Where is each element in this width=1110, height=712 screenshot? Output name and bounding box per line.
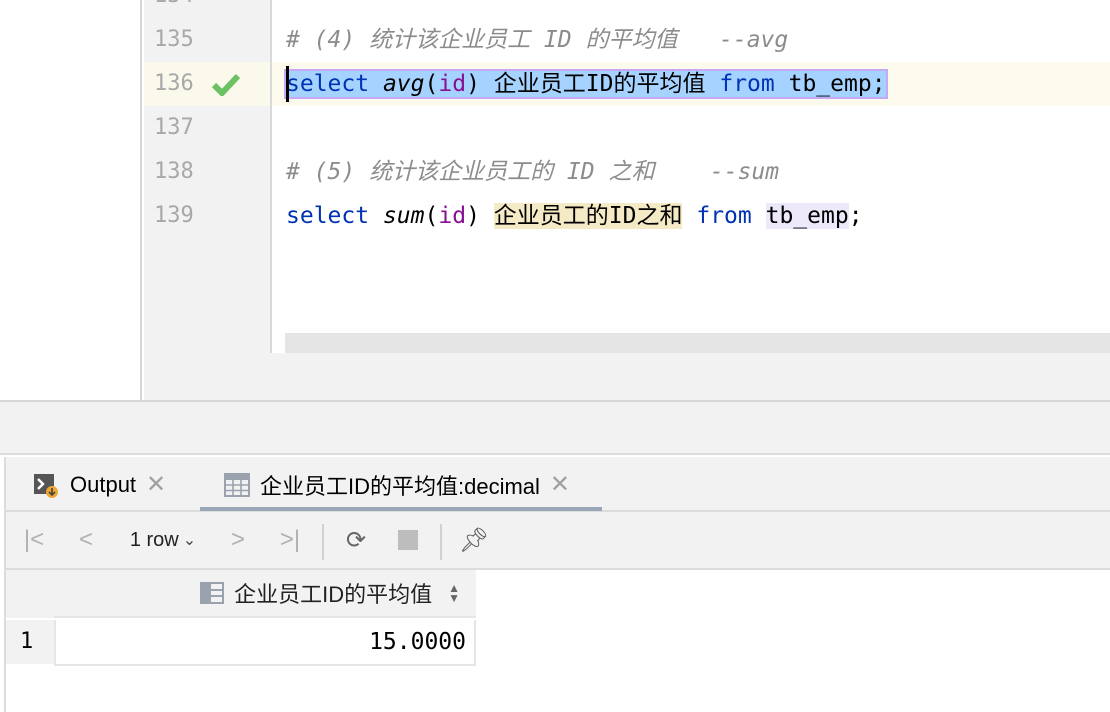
close-icon[interactable]: ✕	[550, 470, 570, 499]
paren: (	[424, 71, 439, 97]
line-number: 136	[154, 71, 194, 96]
table-icon	[224, 472, 250, 497]
text-caret	[286, 66, 289, 102]
tab-result[interactable]: 企业员工ID的平均值:decimal ✕	[224, 457, 570, 512]
code-line-136: select avg(id) 企业员工ID的平均值 from tb_emp;	[284, 62, 888, 106]
kw: from	[719, 71, 775, 97]
paren: )	[466, 71, 480, 97]
arg: id	[438, 71, 467, 97]
tab-label: Output	[70, 471, 137, 497]
chevron-down-icon: ⌄	[182, 532, 197, 549]
editor-status-strip	[144, 353, 1110, 400]
row-number: 1	[6, 620, 54, 664]
kw: from	[696, 203, 752, 229]
function: avg	[382, 71, 425, 97]
horizontal-scrollbar[interactable]	[285, 333, 1110, 353]
tab-label: 企业员工ID的平均值:decimal	[260, 473, 540, 499]
column-icon	[200, 582, 225, 604]
line-number: 139	[154, 203, 194, 228]
close-icon[interactable]: ✕	[146, 470, 166, 499]
tab-output[interactable]: Output ✕	[32, 457, 166, 512]
pin-icon[interactable]: 📌︎	[456, 512, 492, 568]
table: tb_emp	[765, 203, 849, 229]
corner-cell	[6, 570, 54, 618]
row-count-dropdown[interactable]: 1 row ⌄	[118, 512, 208, 568]
code-line-139: select sum(id) 企业员工的ID之和 from tb_emp;	[286, 194, 863, 238]
semi: ;	[848, 203, 863, 229]
line-number: 135	[154, 27, 194, 52]
divider	[440, 524, 442, 560]
column-label: 企业员工ID的平均值	[234, 582, 433, 607]
next-page-icon[interactable]: >	[220, 512, 256, 568]
active-tab-indicator	[200, 507, 602, 511]
services-header	[0, 402, 1110, 455]
first-page-icon[interactable]: |<	[16, 512, 52, 568]
table-cell[interactable]: 15.0000	[54, 620, 476, 666]
row-count: 1 row	[129, 528, 179, 551]
paren: (	[424, 203, 439, 229]
code-line-138: # (5) 统计该企业员工的 ID 之和 --sum	[286, 159, 780, 185]
kw: select	[286, 203, 370, 229]
code-editor[interactable]: # (4) 统计该企业员工 ID 的平均值 --avg select avg(i…	[272, 0, 1110, 353]
result-tabs: Output ✕ 企业员工ID的平均值:decimal ✕	[4, 457, 1110, 512]
result-toolbar: |< < 1 row ⌄ > >| ⟳ 📌︎	[4, 512, 1110, 570]
divider	[322, 524, 324, 560]
sort-icon[interactable]: ▲ ▼	[448, 582, 460, 604]
paren: )	[466, 203, 480, 229]
last-page-icon[interactable]: >|	[272, 512, 308, 568]
alias: 企业员工ID的平均值	[493, 71, 706, 97]
alias: 企业员工的ID之和	[493, 203, 683, 229]
line-number: 137	[154, 115, 194, 140]
code-line-135: # (4) 统计该企业员工 ID 的平均值 --avg	[286, 27, 789, 53]
result-grid: 企业员工ID的平均值 ▲ ▼ 1 15.0000	[4, 570, 1110, 712]
arg: id	[438, 203, 467, 229]
project-pane	[0, 0, 142, 400]
line-number: 134	[154, 0, 204, 18]
stop-icon[interactable]	[390, 512, 426, 568]
function: sum	[382, 203, 425, 229]
semi: ;	[871, 71, 886, 97]
column-header[interactable]: 企业员工ID的平均值 ▲ ▼	[54, 570, 476, 618]
refresh-icon[interactable]: ⟳	[338, 512, 374, 568]
check-icon	[212, 73, 240, 96]
console-icon	[34, 473, 58, 498]
line-number: 138	[154, 159, 194, 184]
previous-page-icon[interactable]: <	[68, 512, 104, 568]
kw: select	[286, 71, 370, 97]
table: tb_emp	[788, 71, 872, 97]
